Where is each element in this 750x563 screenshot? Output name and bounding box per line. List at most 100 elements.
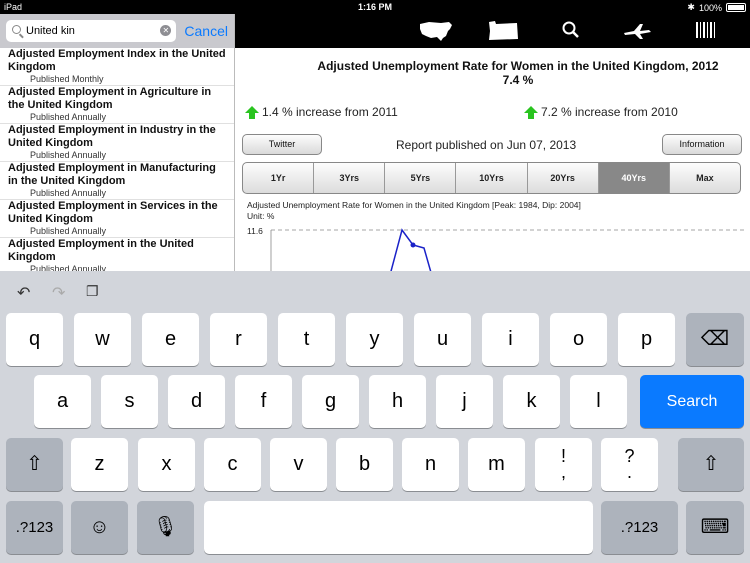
clear-icon[interactable]: ✕ [160, 25, 172, 36]
numbers-key-right[interactable]: .?123 [601, 501, 678, 554]
cancel-button[interactable]: Cancel [184, 23, 228, 39]
status-time: 1:16 PM [357, 2, 392, 12]
key-i[interactable]: i [482, 313, 539, 366]
key-m[interactable]: m [468, 438, 525, 491]
dictation-key[interactable]: 🎙 [137, 501, 194, 554]
list-item[interactable]: Adjusted Employment in Services in the U… [0, 200, 234, 238]
list-item[interactable]: Adjusted Employment in the United Kingdo… [0, 238, 234, 271]
range-max[interactable]: Max [670, 163, 740, 193]
information-button[interactable]: Information [662, 134, 742, 155]
undo-icon[interactable]: ↶ [17, 283, 30, 303]
list-item-frequency: Published Monthly [30, 74, 104, 84]
microphone-icon: 🎙 [152, 516, 179, 538]
us-map-icon[interactable] [419, 19, 453, 43]
key-n[interactable]: n [402, 438, 459, 491]
key-question-period[interactable]: ? . [601, 438, 658, 491]
battery-icon [726, 3, 746, 12]
range-1yr[interactable]: 1Yr [243, 163, 315, 193]
search-nav-icon[interactable] [561, 19, 581, 43]
battery-percent: 100% [698, 2, 722, 13]
report-title-block: Adjusted Unemployment Rate for Women in … [236, 59, 750, 87]
redo-icon[interactable]: ↷ [52, 283, 65, 303]
range-selector: 1Yr 3Yrs 5Yrs 10Yrs 20Yrs 40Yrs Max [242, 162, 741, 194]
shift-key-left[interactable]: ⇧ [6, 438, 63, 491]
up-arrow-icon [524, 105, 538, 119]
dismiss-keyboard-key[interactable]: ⌨ [686, 501, 744, 554]
list-item-frequency: Published Annually [30, 112, 107, 122]
change-2011-text: 1.4 % increase from 2011 [262, 105, 398, 119]
key-l[interactable]: l [570, 375, 627, 428]
barcode-icon[interactable] [695, 19, 717, 43]
key-x[interactable]: x [138, 438, 195, 491]
line-chart [270, 228, 746, 271]
key-y[interactable]: y [346, 313, 403, 366]
key-s[interactable]: s [101, 375, 158, 428]
key-h[interactable]: h [369, 375, 426, 428]
change-2010-text: 7.2 % increase from 2010 [541, 105, 678, 119]
range-5yrs[interactable]: 5Yrs [385, 163, 457, 193]
list-item-title: Adjusted Employment in Manufacturing in … [8, 162, 216, 187]
search-input-value: United kin [26, 25, 75, 37]
key-exclam: ! [560, 446, 566, 466]
keyboard-toolbar: ↶ ↷ ❐ [0, 271, 750, 311]
search-icon [12, 25, 21, 34]
space-bar[interactable] [204, 501, 593, 554]
bluetooth-icon: ✱ [687, 2, 695, 12]
range-10yrs[interactable]: 10Yrs [456, 163, 528, 193]
key-p[interactable]: p [618, 313, 675, 366]
keyboard-hide-icon: ⌨ [700, 516, 730, 538]
key-q[interactable]: q [6, 313, 63, 366]
key-g[interactable]: g [302, 375, 359, 428]
list-item[interactable]: Adjusted Employment Index in the United … [0, 48, 234, 86]
search-key[interactable]: Search [640, 375, 744, 428]
key-c[interactable]: c [204, 438, 261, 491]
shift-icon: ⇧ [702, 453, 720, 475]
range-3yrs[interactable]: 3Yrs [314, 163, 386, 193]
list-item-title: Adjusted Employment in Services in the U… [8, 200, 218, 225]
key-r[interactable]: r [210, 313, 267, 366]
list-item[interactable]: Adjusted Employment in Manufacturing in … [0, 162, 234, 200]
list-item-title: Adjusted Employment in Industry in the U… [8, 124, 216, 149]
delete-key[interactable]: ⌫ [686, 313, 744, 366]
state-map-icon[interactable] [487, 19, 519, 43]
key-j[interactable]: j [436, 375, 493, 428]
key-u[interactable]: u [414, 313, 471, 366]
search-input[interactable]: United kin ✕ [6, 20, 177, 42]
numbers-key-left[interactable]: .?123 [6, 501, 63, 554]
status-bar: iPad 1:16 PM ✱ 100% [0, 0, 750, 14]
key-exclam-comma[interactable]: ! , [535, 438, 592, 491]
airplane-icon[interactable] [622, 19, 652, 43]
key-z[interactable]: z [71, 438, 128, 491]
range-40yrs[interactable]: 40Yrs [598, 163, 670, 193]
paste-icon[interactable]: ❐ [86, 283, 99, 300]
key-question: ? [624, 446, 635, 466]
emoji-icon: ☺ [89, 516, 110, 538]
emoji-key[interactable]: ☺ [71, 501, 128, 554]
data-point [410, 242, 416, 248]
twitter-button[interactable]: Twitter [242, 134, 322, 155]
key-w[interactable]: w [74, 313, 131, 366]
list-item[interactable]: Adjusted Employment in Industry in the U… [0, 124, 234, 162]
key-d[interactable]: d [168, 375, 225, 428]
chart-marks [390, 228, 432, 271]
list-item-title: Adjusted Employment in Agriculture in th… [8, 86, 212, 111]
status-right: ✱ 100% [687, 2, 746, 13]
key-v[interactable]: v [270, 438, 327, 491]
key-t[interactable]: t [278, 313, 335, 366]
key-o[interactable]: o [550, 313, 607, 366]
key-f[interactable]: f [235, 375, 292, 428]
list-item-title: Adjusted Employment Index in the United … [8, 48, 226, 73]
on-screen-keyboard: ↶ ↷ ❐ q w e r t y u i o p ⌫ a s d f g h … [0, 271, 750, 563]
key-period: . [626, 462, 632, 482]
key-e[interactable]: e [142, 313, 199, 366]
top-nav-bar [235, 14, 750, 48]
list-item[interactable]: Adjusted Employment in Agriculture in th… [0, 86, 234, 124]
search-panel: United kin ✕ Cancel Adjusted Employment … [0, 14, 235, 271]
shift-key-right[interactable]: ⇧ [678, 438, 744, 491]
key-b[interactable]: b [336, 438, 393, 491]
range-20yrs[interactable]: 20Yrs [528, 163, 599, 193]
key-k[interactable]: k [503, 375, 560, 428]
list-item-title: Adjusted Employment in the United Kingdo… [8, 238, 194, 263]
key-a[interactable]: a [34, 375, 91, 428]
change-2010: 7.2 % increase from 2010 [524, 105, 678, 119]
